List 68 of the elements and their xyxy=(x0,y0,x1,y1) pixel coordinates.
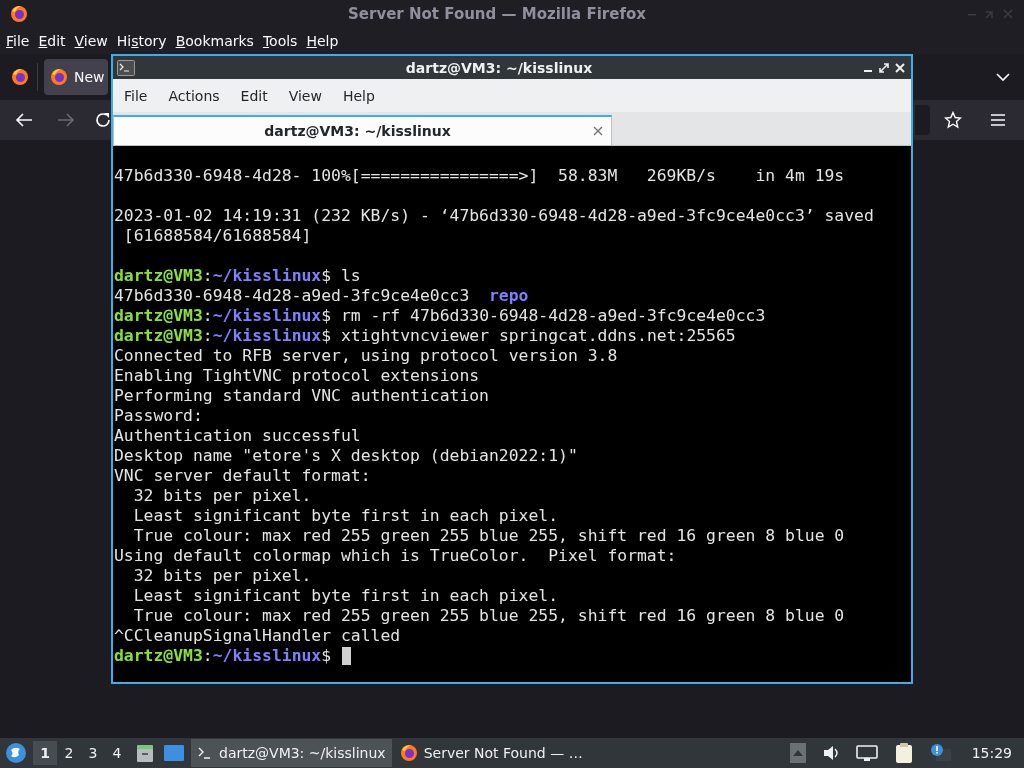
workspace-button[interactable]: 3 xyxy=(81,741,105,765)
taskbar-button[interactable]: Server Not Found — … xyxy=(393,739,589,767)
menu-item[interactable]: File xyxy=(116,87,156,104)
menu-item[interactable]: File xyxy=(2,33,34,49)
terminal-icon xyxy=(117,59,135,76)
menu-item[interactable]: Help xyxy=(302,33,343,49)
terminal-line: Connected to RFB server, using protocol version 3.8 xyxy=(114,346,619,366)
terminal-tab[interactable]: dartz@VM3: ~/kisslinux xyxy=(113,115,612,145)
terminal-line: Least significant byte first in each pixel. xyxy=(132,586,560,606)
terminal-line: Performing standard VNC authentication xyxy=(114,386,490,406)
terminal-line: 47b6d330-6948-4d28- 100%[================>] 58.83M 269KB/s in 4m 19s xyxy=(114,166,846,186)
network-icon[interactable] xyxy=(855,744,878,762)
close-icon[interactable] xyxy=(593,126,603,136)
terminal-line: ^CCleanupSignalHandler called xyxy=(114,626,402,646)
terminal-line: dartz@VM3:~/kisslinux$ rm -rf 47b6d330-6948-4d28-a9ed-3fc9ce4e0cc3 xyxy=(114,306,767,326)
terminal-line: Least significant byte first in each pixel. xyxy=(132,506,560,526)
menu-item[interactable]: Tools xyxy=(258,33,302,49)
menu-item[interactable]: Edit xyxy=(34,33,70,49)
terminal-icon xyxy=(197,746,213,760)
browser-tab[interactable]: New xyxy=(44,59,108,95)
terminal-line: [61688584/61688584] xyxy=(122,226,313,246)
notification-icon[interactable] xyxy=(929,743,952,763)
terminal-line: 32 bits per pixel. xyxy=(132,566,313,586)
terminal-line: Using default colormap which is TrueColor. Pixel format: xyxy=(114,546,678,566)
terminal-line: dartz@VM3:~/kisslinux$ xtightvncviewer springcat.ddns.net:25565 xyxy=(114,326,737,346)
clipboard-icon[interactable] xyxy=(893,742,914,764)
terminal-line: True colour: max red 255 green 255 blue 255, shift red 16 green 8 blue 0 xyxy=(132,606,846,626)
window-title: Server Not Found — Mozilla Firefox xyxy=(347,5,647,23)
terminal-line: 47b6d330-6948-4d28-a9ed-3fc9ce4e0cc3 repo xyxy=(114,286,530,306)
menu-item[interactable]: Bookmarks xyxy=(171,33,258,49)
terminal-line: True colour: max red 255 green 255 blue 255, shift red 16 green 8 blue 0 xyxy=(132,526,846,546)
chevron-down-icon[interactable] xyxy=(996,72,1010,82)
workspace-button[interactable]: 4 xyxy=(105,741,129,765)
start-menu-icon[interactable] xyxy=(5,742,27,764)
workspace-button[interactable]: 1 xyxy=(33,741,57,765)
terminal-line: VNC server default format: xyxy=(114,466,372,486)
terminal-line: Desktop name "etore's X desktop (debian2022:1)" xyxy=(114,446,579,466)
terminal-line: 32 bits per pixel. xyxy=(132,486,313,506)
back-arrow-icon[interactable] xyxy=(15,112,33,128)
menu-item[interactable]: Edit xyxy=(232,87,276,104)
file-cabinet-icon[interactable] xyxy=(135,743,155,763)
window-controls-icon xyxy=(966,8,1016,20)
menu-item[interactable]: Actions xyxy=(160,87,228,104)
menu-icon[interactable] xyxy=(990,113,1006,127)
terminal-line: 2023-01-02 14:19:31 (232 KB/s) - ‘47b6d330-6948-4d28-a9ed-3fc9ce4e0cc3’ saved xyxy=(114,206,875,226)
menu-item[interactable]: History xyxy=(112,33,171,49)
reload-icon[interactable] xyxy=(95,112,111,128)
clock[interactable]: 15:29 xyxy=(971,745,1012,761)
terminal-line: Password: xyxy=(114,406,204,426)
terminal-line: Enabling TightVNC protocol extensions xyxy=(114,366,481,386)
workspace-button[interactable]: 2 xyxy=(57,741,81,765)
desktop-icon[interactable] xyxy=(163,744,185,762)
browser-icon xyxy=(11,68,29,86)
terminal-line: dartz@VM3:~/kisslinux$ ls xyxy=(114,266,362,286)
menu-item[interactable]: Help xyxy=(334,87,383,104)
maximize-icon[interactable] xyxy=(879,62,889,73)
browser-icon xyxy=(50,68,68,86)
speaker-icon[interactable] xyxy=(821,745,840,761)
browser-icon xyxy=(10,5,28,23)
menu-item[interactable]: View xyxy=(70,33,112,49)
menu-item[interactable]: View xyxy=(280,87,330,104)
window-title: dartz@VM3: ~/kisslinux xyxy=(404,59,594,76)
browser-icon xyxy=(399,744,418,762)
terminal-line: Authentication successful xyxy=(114,426,362,446)
terminal-line: dartz@VM3:~/kisslinux$ xyxy=(114,646,911,666)
star-icon[interactable] xyxy=(944,111,962,129)
taskbar-button[interactable]: dartz@VM3: ~/kisslinux xyxy=(191,739,392,767)
arrow-up-icon[interactable] xyxy=(789,743,806,763)
